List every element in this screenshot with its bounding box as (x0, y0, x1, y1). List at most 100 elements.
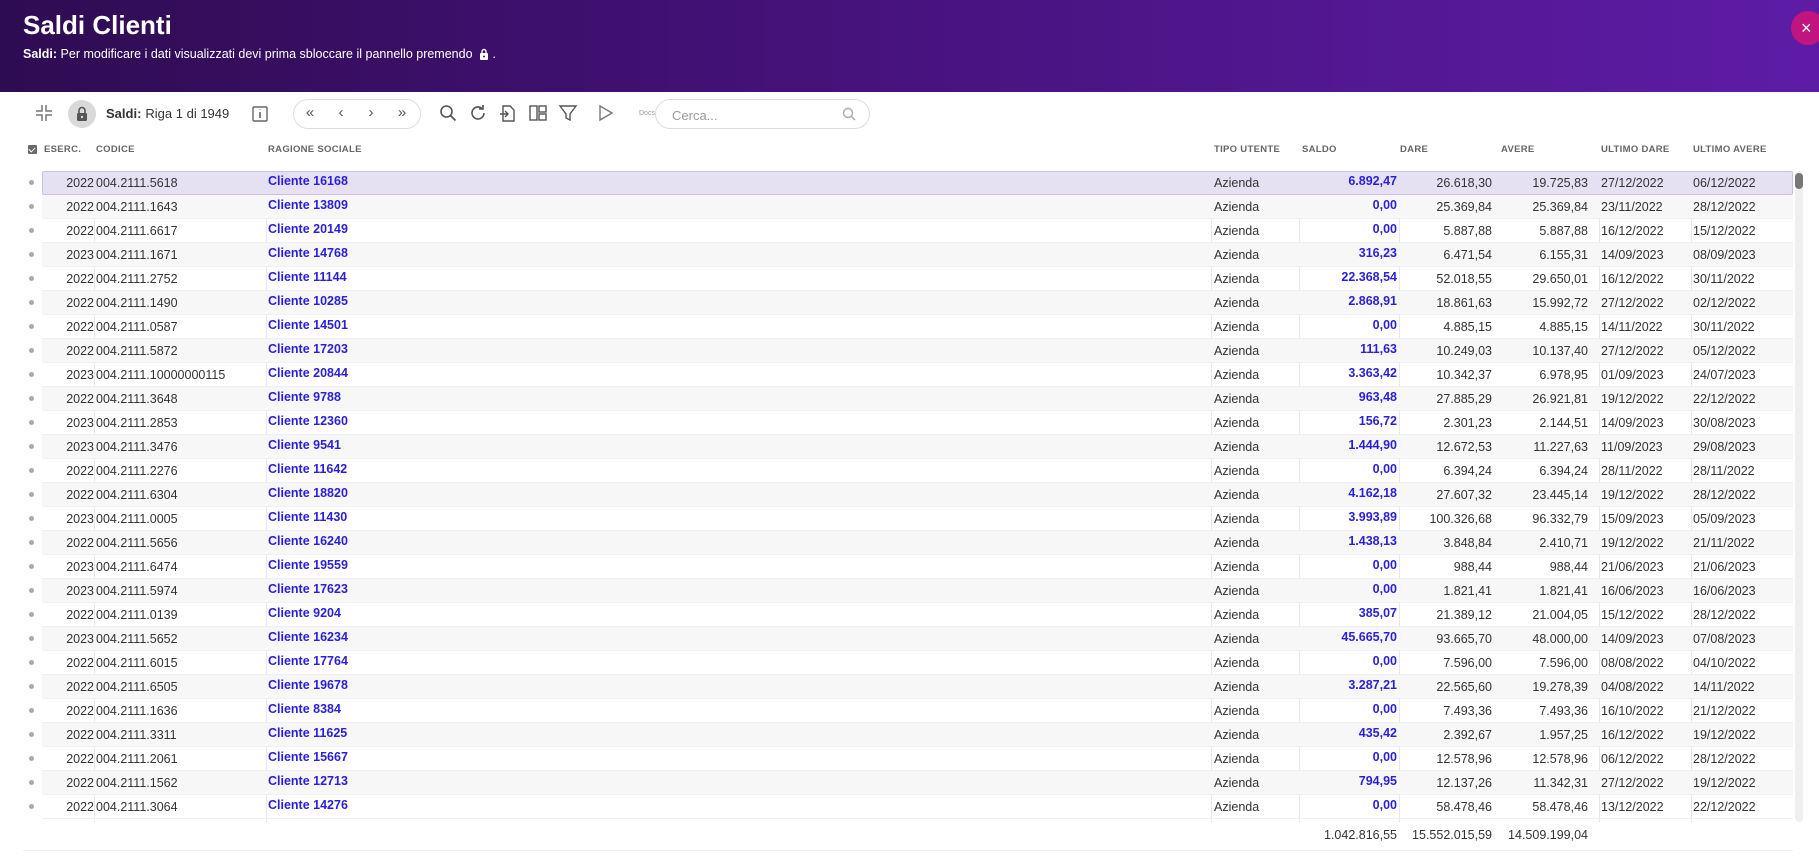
docs-label[interactable]: Docs (639, 110, 655, 117)
row-ragione-sociale-link[interactable]: Cliente 9788 (268, 390, 341, 404)
table-row[interactable]: 2022 004.2111.1643 Cliente 13809 Azienda 0,0… (23, 195, 1793, 219)
table-row[interactable]: 2023 004.2111.1671 Cliente 14768 Azienda 316… (23, 243, 1793, 267)
row-selector-dot[interactable] (29, 252, 34, 257)
row-ragione-sociale-link[interactable]: Cliente 14501 (268, 318, 348, 332)
col-dare[interactable]: DARE (1400, 144, 1428, 155)
row-ragione-sociale-link[interactable]: Cliente 8384 (268, 702, 341, 716)
row-selector-dot[interactable] (29, 204, 34, 209)
table-row[interactable]: 2022 004.2111.2752 Cliente 11144 Azienda 22.… (23, 267, 1793, 291)
prev-page-button[interactable]: ‹ (331, 104, 351, 121)
row-selector-dot[interactable] (29, 780, 34, 785)
filter-icon[interactable] (557, 102, 579, 124)
table-row[interactable]: 2023 004.2111.10000000115 Cliente 20844 Azi… (23, 363, 1793, 387)
row-ragione-sociale-link[interactable]: Cliente 12713 (268, 774, 348, 788)
table-row[interactable]: 2022 004.2111.6015 Cliente 17764 Azienda 0,0… (23, 651, 1793, 675)
table-row[interactable]: 2022 004.2111.6505 Cliente 19678 Azienda 3.2… (23, 675, 1793, 699)
row-selector-dot[interactable] (29, 660, 34, 665)
table-row[interactable]: 2022 004.2111.2061 Cliente 15667 Azienda 0,0… (23, 747, 1793, 771)
row-selector-dot[interactable] (29, 300, 34, 305)
search-icon[interactable] (841, 106, 857, 127)
row-ragione-sociale-link[interactable]: Cliente 13809 (268, 198, 348, 212)
row-ragione-sociale-link[interactable]: Cliente 16234 (268, 630, 348, 644)
row-ragione-sociale-link[interactable]: Cliente 9541 (268, 438, 341, 452)
last-page-button[interactable]: » (392, 104, 412, 121)
row-selector-dot[interactable] (29, 708, 34, 713)
row-ragione-sociale-link[interactable]: Cliente 11144 (268, 270, 347, 284)
select-all-checkbox[interactable] (28, 145, 37, 154)
table-row[interactable]: 2022 004.2111.6617 Cliente 20149 Azienda 0,0… (23, 219, 1793, 243)
table-row[interactable]: 2022 004.2111.5872 Cliente 17203 Azienda 111… (23, 339, 1793, 363)
close-button[interactable]: × (1791, 11, 1819, 45)
info-icon[interactable] (249, 102, 271, 124)
row-selector-dot[interactable] (29, 276, 34, 281)
next-page-button[interactable]: › (361, 104, 381, 121)
refresh-icon[interactable] (467, 102, 489, 124)
first-page-button[interactable]: « (300, 104, 320, 121)
row-ragione-sociale-link[interactable]: Cliente 19678 (268, 678, 348, 692)
lock-button[interactable] (68, 100, 96, 128)
row-ragione-sociale-link[interactable]: Cliente 20844 (268, 366, 348, 380)
row-selector-dot[interactable] (29, 324, 34, 329)
table-row[interactable]: 2022 004.2111.1490 Cliente 10285 Azienda 2.8… (23, 291, 1793, 315)
row-ragione-sociale-link[interactable]: Cliente 14768 (268, 246, 348, 260)
row-selector-dot[interactable] (29, 636, 34, 641)
row-selector-dot[interactable] (29, 444, 34, 449)
table-row[interactable]: 2022 004.2111.3648 Cliente 9788 Azienda 963,… (23, 387, 1793, 411)
table-row[interactable]: 2023 004.2111.5974 Cliente 17623 Azienda 0,0… (23, 579, 1793, 603)
table-row[interactable]: 2022 004.2111.2276 Cliente 11642 Azienda 0,0… (23, 459, 1793, 483)
row-ragione-sociale-link[interactable]: Cliente 10285 (268, 294, 348, 308)
row-ragione-sociale-link[interactable]: Cliente 17203 (268, 342, 348, 356)
row-ragione-sociale-link[interactable]: Cliente 20149 (268, 222, 348, 236)
row-selector-dot[interactable] (29, 588, 34, 593)
row-selector-dot[interactable] (29, 372, 34, 377)
row-ragione-sociale-link[interactable]: Cliente 16168 (268, 174, 348, 188)
row-ragione-sociale-link[interactable]: Cliente 19559 (268, 558, 348, 572)
search-icon[interactable] (437, 102, 459, 124)
row-ragione-sociale-link[interactable]: Cliente 11430 (268, 510, 347, 524)
docs-icon[interactable] (596, 102, 618, 124)
row-selector-dot[interactable] (29, 396, 34, 401)
scrollbar-thumb[interactable] (1795, 173, 1803, 189)
col-codice[interactable]: CODICE (96, 144, 135, 155)
col-ultimo-avere[interactable]: ULTIMO AVERE (1693, 144, 1767, 155)
table-row[interactable]: 2022 004.2111.5618 Cliente 16168 Azienda 6.8… (23, 171, 1793, 195)
row-selector-dot[interactable] (29, 468, 34, 473)
table-row[interactable]: 2023 004.2111.6474 Cliente 19559 Azienda 0,0… (23, 555, 1793, 579)
export-icon[interactable] (497, 102, 519, 124)
table-row[interactable]: 2023 004.2111.2853 Cliente 12360 Azienda 156… (23, 411, 1793, 435)
row-ragione-sociale-link[interactable]: Cliente 18820 (268, 486, 348, 500)
row-selector-dot[interactable] (29, 348, 34, 353)
table-row[interactable]: 2022 004.2111.3311 Cliente 11625 Azienda 435… (23, 723, 1793, 747)
row-ragione-sociale-link[interactable]: Cliente 11625 (268, 726, 347, 740)
table-row[interactable]: 2022 004.2111.6304 Cliente 18820 Azienda 4.1… (23, 483, 1793, 507)
row-ragione-sociale-link[interactable]: Cliente 16240 (268, 534, 348, 548)
row-selector-dot[interactable] (29, 540, 34, 545)
row-selector-dot[interactable] (29, 420, 34, 425)
table-row[interactable]: 2022 004.2111.1562 Cliente 12713 Azienda 794… (23, 771, 1793, 795)
table-row[interactable]: 2023 004.2111.5652 Cliente 16234 Azienda 45.… (23, 627, 1793, 651)
row-ragione-sociale-link[interactable]: Cliente 12360 (268, 414, 348, 428)
col-tipo-utente[interactable]: TIPO UTENTE (1214, 144, 1280, 155)
col-saldo[interactable]: SALDO (1302, 144, 1337, 155)
row-ragione-sociale-link[interactable]: Cliente 11642 (268, 462, 347, 476)
row-selector-dot[interactable] (29, 684, 34, 689)
row-ragione-sociale-link[interactable]: Cliente 15667 (268, 750, 348, 764)
row-ragione-sociale-link[interactable]: Cliente 14276 (268, 798, 348, 812)
row-ragione-sociale-link[interactable]: Cliente 9204 (268, 606, 341, 620)
row-selector-dot[interactable] (29, 612, 34, 617)
table-row[interactable]: 2023 004.2111.0005 Cliente 11430 Azienda 3.9… (23, 507, 1793, 531)
row-selector-dot[interactable] (29, 228, 34, 233)
col-ragione-sociale[interactable]: RAGIONE SOCIALE (268, 144, 362, 155)
col-eserc[interactable]: ESERC. (44, 144, 81, 155)
layout-icon[interactable] (527, 102, 549, 124)
col-ultimo-dare[interactable]: ULTIMO DARE (1601, 144, 1670, 155)
row-ragione-sociale-link[interactable]: Cliente 17623 (268, 582, 348, 596)
row-selector-dot[interactable] (29, 516, 34, 521)
row-selector-dot[interactable] (29, 804, 34, 809)
row-selector-dot[interactable] (29, 180, 34, 185)
row-selector-dot[interactable] (29, 732, 34, 737)
row-selector-dot[interactable] (29, 564, 34, 569)
table-row[interactable]: 2022 004.2111.0139 Cliente 9204 Azienda 385,… (23, 603, 1793, 627)
table-row[interactable]: 2022 004.2111.5656 Cliente 16240 Azienda 1.4… (23, 531, 1793, 555)
table-row[interactable]: 2022 004.2111.3064 Cliente 14276 Azienda 0,0… (23, 795, 1793, 819)
